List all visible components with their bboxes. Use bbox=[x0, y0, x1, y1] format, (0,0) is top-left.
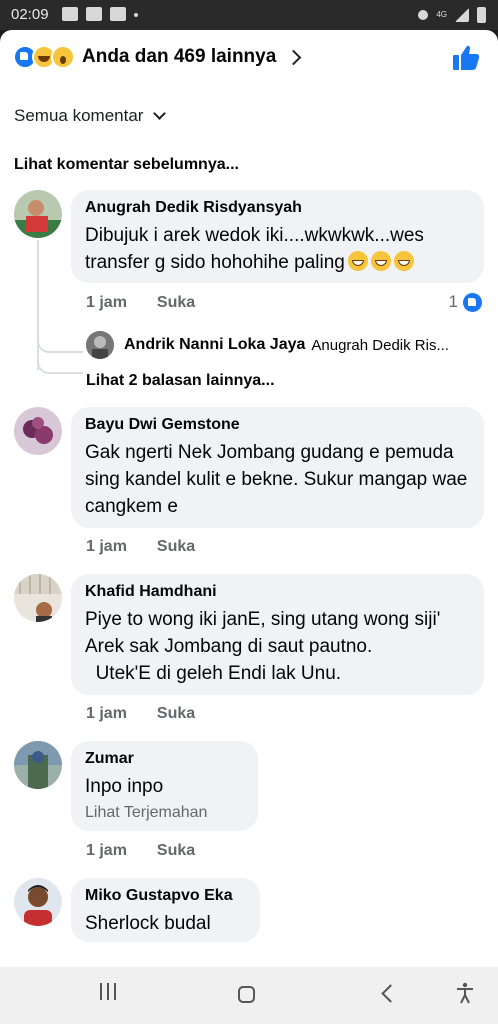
comment-bubble[interactable]: Miko Gustapvo Eka Sherlock budal bbox=[71, 878, 260, 942]
reply-connector bbox=[37, 337, 83, 353]
like-button[interactable]: Suka bbox=[157, 538, 195, 556]
avatar[interactable] bbox=[14, 878, 62, 926]
comment-bubble[interactable]: Khafid Hamdhani Piye to wong iki janE, s… bbox=[71, 574, 484, 695]
thumbs-up-icon[interactable] bbox=[451, 43, 481, 73]
back-button[interactable] bbox=[381, 984, 400, 1003]
like-button[interactable]: Suka bbox=[157, 705, 195, 723]
comment-time[interactable]: 1 jam bbox=[86, 705, 127, 723]
linkedin-notification-icon bbox=[86, 7, 102, 21]
comment-text: Gak ngerti Nek Jombang gudang e pemuda s… bbox=[85, 442, 473, 517]
comment-bubble[interactable]: Anugrah Dedik Risdyansyah Dibujuk i arek… bbox=[71, 190, 484, 283]
reactions-summary[interactable]: Anda dan 469 lainnya bbox=[13, 45, 302, 69]
gallery-notification-icon bbox=[62, 7, 78, 21]
avatar[interactable] bbox=[14, 407, 62, 455]
reply-item[interactable]: Andrik Nanni Loka Jaya Anugrah Dedik Ris… bbox=[86, 331, 449, 359]
status-time: 02:09 bbox=[11, 6, 49, 23]
comment-actions: 1 jam Suka bbox=[86, 538, 195, 556]
comment-time[interactable]: 1 jam bbox=[86, 842, 127, 860]
network-type-label: 4G bbox=[436, 10, 447, 19]
signal-icon bbox=[455, 8, 469, 22]
sort-label: Semua komentar bbox=[14, 106, 144, 125]
comment-text: Piye to wong iki janE, sing utang wong s… bbox=[85, 609, 441, 684]
accessibility-icon[interactable] bbox=[455, 982, 475, 1004]
twitter-notification-icon bbox=[110, 7, 126, 21]
comment-actions: 1 jam Suka bbox=[86, 842, 195, 860]
reply-author[interactable]: Andrik Nanni Loka Jaya bbox=[124, 336, 305, 354]
comment-actions: 1 jam Suka bbox=[86, 294, 195, 312]
comment-text: Sherlock budal bbox=[85, 913, 211, 934]
comment-author[interactable]: Anugrah Dedik Risdyansyah bbox=[85, 199, 470, 217]
avatar[interactable] bbox=[14, 190, 62, 238]
grinning-emoji-icon bbox=[393, 251, 414, 271]
like-button[interactable]: Suka bbox=[157, 842, 195, 860]
reply-avatar[interactable] bbox=[86, 331, 114, 359]
reply-text: Anugrah Dedik Ris... bbox=[311, 336, 449, 354]
status-bar: 02:09 4G bbox=[0, 0, 498, 30]
reply-connector bbox=[37, 358, 83, 374]
recent-apps-button[interactable] bbox=[100, 983, 116, 1000]
comments-sheet: Anda dan 469 lainnya Semua komentar Liha… bbox=[0, 30, 498, 967]
comment-actions: 1 jam Suka bbox=[86, 705, 195, 723]
wow-reaction-icon bbox=[51, 45, 75, 69]
home-button[interactable] bbox=[238, 986, 255, 1003]
avatar[interactable] bbox=[14, 574, 62, 622]
avatar[interactable] bbox=[14, 741, 62, 789]
comment-author[interactable]: Miko Gustapvo Eka bbox=[85, 887, 246, 905]
grinning-emoji-icon bbox=[347, 251, 368, 271]
comment-author[interactable]: Bayu Dwi Gemstone bbox=[85, 416, 470, 434]
comment-text: Inpo inpo bbox=[85, 776, 164, 797]
comment-time[interactable]: 1 jam bbox=[86, 294, 127, 312]
like-count-value: 1 bbox=[448, 292, 458, 311]
battery-icon bbox=[477, 7, 486, 23]
reactions-text: Anda dan 469 lainnya bbox=[82, 46, 277, 67]
more-notifications-icon bbox=[134, 13, 138, 17]
comment-like-count[interactable]: 1 bbox=[449, 292, 482, 312]
grinning-emoji-icon bbox=[370, 251, 391, 271]
comment-bubble[interactable]: Bayu Dwi Gemstone Gak ngerti Nek Jombang… bbox=[71, 407, 484, 528]
comment-author[interactable]: Zumar bbox=[85, 750, 244, 768]
alarm-icon bbox=[418, 10, 429, 20]
comment-bubble[interactable]: Zumar Inpo inpo Lihat Terjemahan bbox=[71, 741, 258, 831]
like-reaction-icon bbox=[463, 292, 482, 312]
comment-author[interactable]: Khafid Hamdhani bbox=[85, 583, 470, 601]
thread-line bbox=[37, 240, 39, 370]
system-navigation-bar bbox=[0, 967, 498, 1024]
chevron-right-icon bbox=[286, 49, 302, 65]
see-translation-link[interactable]: Lihat Terjemahan bbox=[85, 804, 244, 822]
view-previous-comments-link[interactable]: Lihat komentar sebelumnya... bbox=[14, 156, 239, 174]
like-button[interactable]: Suka bbox=[157, 294, 195, 312]
view-more-replies-link[interactable]: Lihat 2 balasan lainnya... bbox=[86, 372, 275, 390]
chevron-down-icon bbox=[153, 107, 167, 120]
comment-sort-dropdown[interactable]: Semua komentar bbox=[14, 106, 167, 126]
comment-time[interactable]: 1 jam bbox=[86, 538, 127, 556]
